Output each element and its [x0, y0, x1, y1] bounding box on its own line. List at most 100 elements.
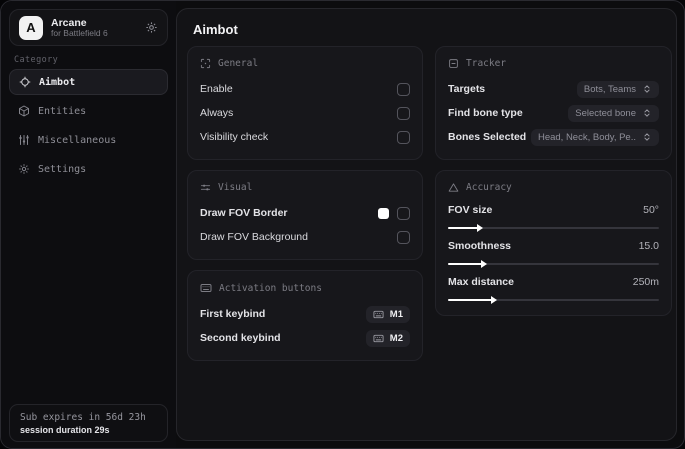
- brand-subtitle: for Battlefield 6: [51, 27, 108, 38]
- scan-icon: [200, 58, 211, 69]
- gear-icon[interactable]: [145, 21, 158, 34]
- sidebar-item-settings[interactable]: Settings: [9, 156, 168, 182]
- setting-label: Bones Selected: [448, 131, 527, 143]
- card-title: Tracker: [466, 58, 507, 69]
- dropdown-value: Selected bone: [575, 107, 636, 119]
- card-title: Visual: [218, 182, 253, 193]
- setting-row-draw-fov-border: Draw FOV Border: [200, 202, 410, 224]
- fov-size-slider[interactable]: [448, 224, 659, 232]
- slider-thumb[interactable]: [476, 224, 483, 232]
- gear-icon: [18, 163, 30, 175]
- always-checkbox[interactable]: [397, 106, 410, 120]
- find-bone-type-dropdown[interactable]: Selected bone: [568, 104, 659, 122]
- second-keybind-button[interactable]: M2: [365, 329, 410, 347]
- setting-label: Max distance: [448, 276, 514, 288]
- page-title: Aimbot: [193, 22, 238, 37]
- card-title: Accuracy: [466, 182, 512, 193]
- setting-row-targets: Targets Bots, Teams: [448, 78, 659, 100]
- smoothness-slider-group: Smoothness 15.0: [448, 238, 659, 268]
- left-column: General Enable Always Visibility check V…: [187, 46, 423, 361]
- sidebar-item-miscellaneous[interactable]: Miscellaneous: [9, 127, 168, 153]
- keyboard-icon: [373, 309, 384, 320]
- max-distance-slider[interactable]: [448, 296, 659, 304]
- bones-selected-dropdown[interactable]: Head, Neck, Body, Pe..: [530, 128, 659, 146]
- sidebar-item-label: Aimbot: [39, 76, 76, 88]
- sidebar-item-entities[interactable]: Entities: [9, 98, 168, 124]
- right-column: Tracker Targets Bots, Teams Find bone ty…: [435, 46, 672, 316]
- chevron-up-down-icon: [642, 108, 652, 118]
- setting-row-enable: Enable: [200, 78, 410, 100]
- activation-buttons-card: Activation buttons First keybind M1 Seco…: [187, 270, 423, 361]
- crosshair-icon: [19, 76, 31, 88]
- subscription-info: Sub expires in 56d 23h session duration …: [9, 404, 168, 442]
- setting-label: Smoothness: [448, 240, 512, 252]
- setting-row-second-keybind: Second keybind M2: [200, 327, 410, 349]
- max-distance-slider-group: Max distance 250m: [448, 274, 659, 304]
- setting-label: Visibility check: [200, 131, 269, 143]
- sidebar-item-label: Entities: [38, 105, 87, 117]
- dropdown-value: Head, Neck, Body, Pe..: [537, 131, 636, 143]
- keybind-value: M1: [389, 308, 403, 320]
- keybind-value: M2: [389, 332, 403, 344]
- enable-checkbox[interactable]: [397, 82, 410, 96]
- draw-fov-border-checkbox[interactable]: [397, 206, 410, 220]
- targets-dropdown[interactable]: Bots, Teams: [576, 80, 659, 98]
- triangle-icon: [448, 182, 459, 193]
- slider-value: 15.0: [638, 240, 659, 252]
- setting-label: Always: [200, 107, 234, 119]
- general-card: General Enable Always Visibility check: [187, 46, 423, 160]
- card-title: General: [218, 58, 259, 69]
- sidebar-nav: Aimbot Entities Miscellaneous Settings: [9, 69, 168, 185]
- slider-thumb[interactable]: [480, 260, 487, 268]
- brand-text: Arcane for Battlefield 6: [51, 17, 137, 39]
- dropdown-value: Bots, Teams: [583, 83, 636, 95]
- fov-size-slider-group: FOV size 50°: [448, 202, 659, 232]
- accuracy-card: Accuracy FOV size 50° Smoothness 15.0 Ma…: [435, 170, 672, 316]
- cube-icon: [18, 105, 30, 117]
- sub-expiry-text: Sub expires in 56d 23h: [20, 411, 146, 423]
- visual-card: Visual Draw FOV Border Draw FOV Backgrou…: [187, 170, 423, 260]
- setting-label: Enable: [200, 83, 233, 95]
- chevron-up-down-icon: [642, 132, 652, 142]
- setting-label: Second keybind: [200, 332, 281, 344]
- brand-card: A Arcane for Battlefield 6: [9, 9, 168, 46]
- setting-row-find-bone-type: Find bone type Selected bone: [448, 102, 659, 124]
- setting-row-bones-selected: Bones Selected Head, Neck, Body, Pe..: [448, 126, 659, 148]
- frame-minus-icon: [448, 58, 459, 69]
- main-panel: Aimbot General Enable Always Visibility …: [176, 8, 677, 441]
- setting-label: Draw FOV Border: [200, 207, 288, 219]
- setting-label: FOV size: [448, 204, 493, 216]
- session-duration-text: session duration 29s: [20, 424, 110, 435]
- setting-label: Targets: [448, 83, 486, 95]
- sidebar-item-label: Settings: [38, 163, 87, 175]
- setting-label: Find bone type: [448, 107, 523, 119]
- card-title: Activation buttons: [219, 282, 322, 294]
- first-keybind-button[interactable]: M1: [365, 305, 410, 323]
- tune-icon: [200, 182, 211, 193]
- smoothness-slider[interactable]: [448, 260, 659, 268]
- keyboard-icon: [200, 282, 212, 294]
- fov-border-color-swatch[interactable]: [378, 207, 389, 219]
- chevron-up-down-icon: [642, 84, 652, 94]
- brand-name: Arcane: [51, 16, 87, 29]
- keyboard-icon: [373, 333, 384, 344]
- sliders-icon: [18, 134, 30, 146]
- tracker-card: Tracker Targets Bots, Teams Find bone ty…: [435, 46, 672, 160]
- setting-label: Draw FOV Background: [200, 231, 308, 243]
- slider-value: 250m: [632, 276, 659, 288]
- visibility-check-checkbox[interactable]: [397, 130, 410, 144]
- slider-thumb[interactable]: [491, 296, 498, 304]
- brand-logo: A: [19, 15, 43, 40]
- category-label: Category: [14, 55, 59, 65]
- setting-label: First keybind: [200, 308, 266, 320]
- setting-row-visibility-check: Visibility check: [200, 126, 410, 148]
- sidebar: A Arcane for Battlefield 6 Category Aimb…: [1, 1, 176, 448]
- sidebar-item-aimbot[interactable]: Aimbot: [9, 69, 168, 95]
- setting-row-first-keybind: First keybind M1: [200, 303, 410, 325]
- app-window: A Arcane for Battlefield 6 Category Aimb…: [0, 0, 685, 449]
- sidebar-item-label: Miscellaneous: [38, 134, 117, 146]
- setting-row-draw-fov-background: Draw FOV Background: [200, 226, 410, 248]
- slider-value: 50°: [643, 204, 659, 216]
- setting-row-always: Always: [200, 102, 410, 124]
- draw-fov-background-checkbox[interactable]: [397, 230, 410, 244]
